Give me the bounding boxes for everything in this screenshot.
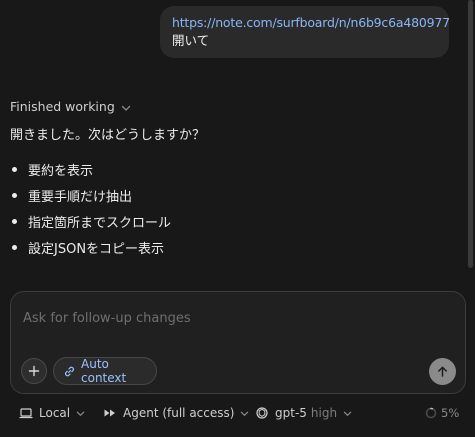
scrollbar-thumb[interactable] <box>468 0 473 268</box>
send-button[interactable] <box>429 358 456 385</box>
status-label: Finished working <box>10 98 115 114</box>
auto-context-label: Auto context <box>81 357 127 385</box>
list-item-text: 要約を表示 <box>28 163 94 179</box>
user-message-text: 開いて <box>172 33 210 48</box>
model-selector[interactable]: gpt-5 high <box>255 404 352 422</box>
chevron-down-icon <box>76 409 85 418</box>
environment-selector[interactable]: Local <box>19 404 85 422</box>
user-message-bubble: https://note.com/surfboard/n/n6b9c6a4809… <box>160 6 450 58</box>
chat-panel: https://note.com/surfboard/n/n6b9c6a4809… <box>0 0 475 437</box>
list-item-text: 設定JSONをコピー表示 <box>28 241 165 257</box>
user-message-link[interactable]: https://note.com/surfboard/n/n6b9c6a4809… <box>172 14 450 32</box>
auto-context-button[interactable]: Auto context <box>53 357 157 385</box>
progress-ring-icon <box>425 407 437 419</box>
composer: Ask for follow-up changes Auto context <box>10 291 466 394</box>
list-item: 要約を表示 <box>10 156 171 182</box>
composer-input[interactable]: Ask for follow-up changes <box>23 311 191 326</box>
mode-selector[interactable]: Agent (full access) <box>103 404 249 422</box>
assistant-options-list: 要約を表示 重要手順だけ抽出 指定箇所までスクロール 設定JSONをコピー表示 <box>10 156 171 260</box>
mode-label: Agent (full access) <box>123 406 235 420</box>
bullet-icon <box>12 166 17 172</box>
bullet-icon <box>12 244 17 250</box>
fast-forward-icon <box>103 406 117 420</box>
environment-label: Local <box>39 406 71 420</box>
bullet-icon <box>12 218 17 224</box>
monitor-icon <box>19 406 33 420</box>
list-item: 重要手順だけ抽出 <box>10 182 171 208</box>
list-item-text: 重要手順だけ抽出 <box>28 189 133 205</box>
list-item: 指定箇所までスクロール <box>10 208 171 234</box>
chevron-down-icon <box>343 409 352 418</box>
arrow-up-icon <box>436 365 449 378</box>
usage-label: 5% <box>441 406 460 420</box>
chevron-down-icon <box>240 409 249 418</box>
openai-icon <box>255 406 269 420</box>
link-icon <box>63 365 76 378</box>
list-item: 設定JSONをコピー表示 <box>10 234 171 260</box>
list-item-text: 指定箇所までスクロール <box>28 215 172 231</box>
context-usage-indicator: 5% <box>425 404 459 422</box>
plus-icon <box>28 365 40 377</box>
assistant-reply: 開きました。次はどうしますか？ <box>10 128 206 143</box>
model-label: gpt-5 <box>275 406 307 420</box>
effort-label: high <box>310 406 338 420</box>
finished-working-toggle[interactable]: Finished working <box>10 97 131 115</box>
chevron-down-icon <box>121 101 131 111</box>
bottom-toolbar: Local Agent (full access) gpt-5 high 5% <box>0 400 475 426</box>
chat-scrollbar[interactable] <box>466 0 475 290</box>
bullet-icon <box>12 192 17 198</box>
add-attachment-button[interactable] <box>21 358 47 384</box>
